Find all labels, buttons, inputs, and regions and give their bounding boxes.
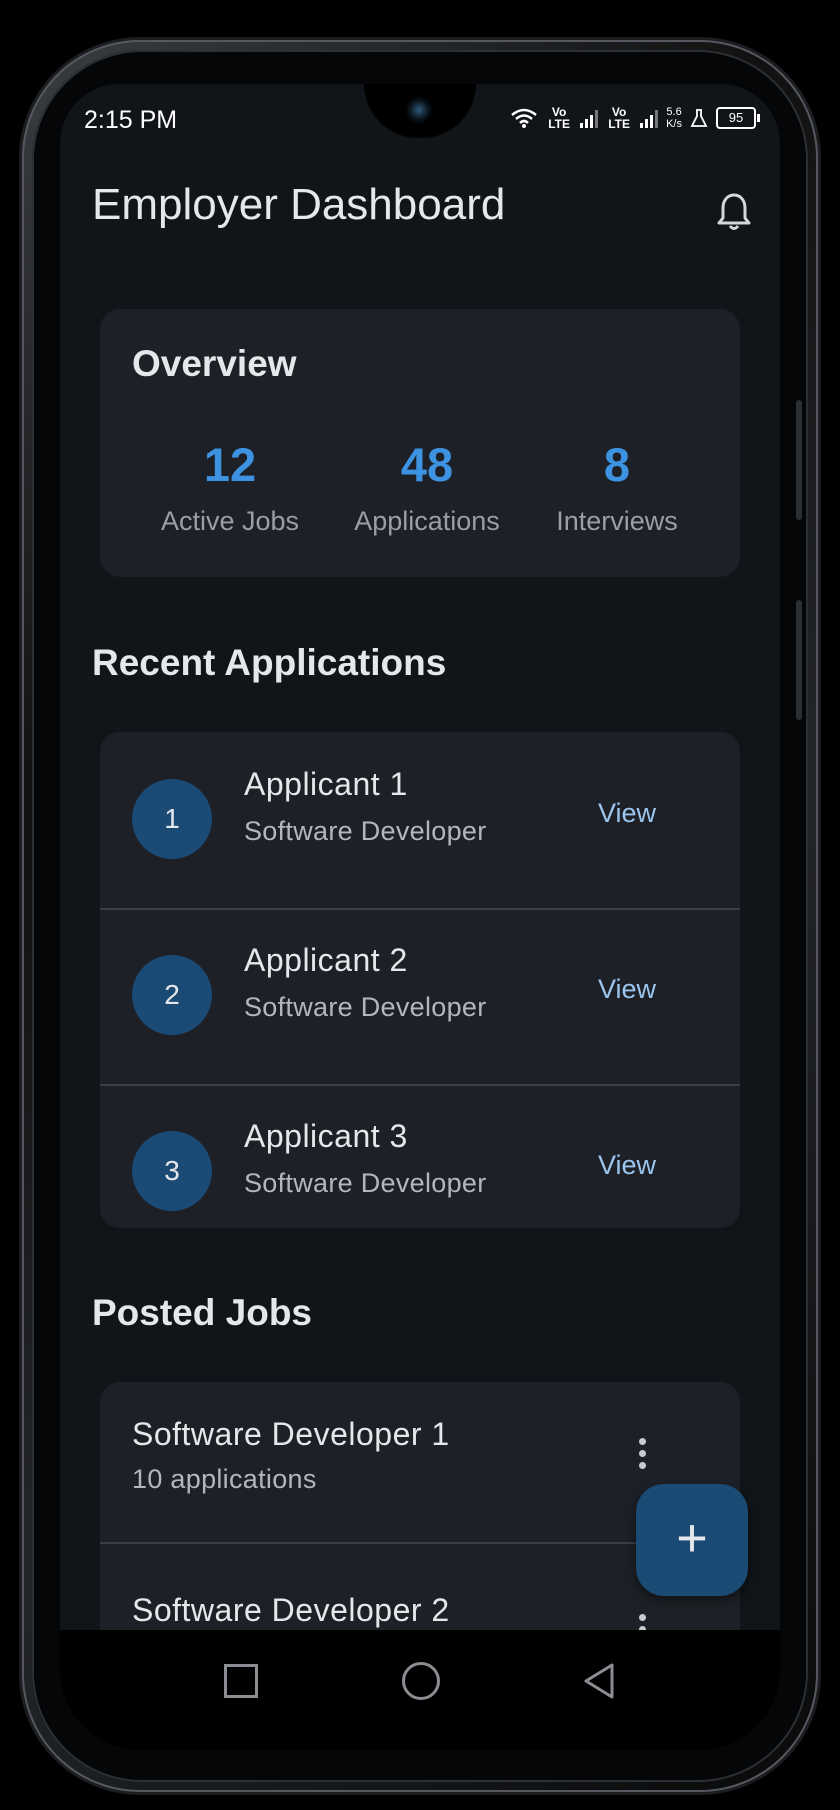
power-button bbox=[796, 600, 802, 720]
square-icon[interactable] bbox=[224, 1664, 258, 1698]
overview-title: Overview bbox=[132, 343, 297, 384]
posted-jobs-title: Posted Jobs bbox=[92, 1292, 312, 1333]
stat-interviews[interactable]: 8 Interviews bbox=[517, 437, 717, 537]
add-job-button[interactable]: + bbox=[636, 1484, 748, 1596]
job-title: Software Developer 2 bbox=[132, 1592, 450, 1628]
view-button[interactable]: View bbox=[598, 798, 656, 829]
stat-label: Interviews bbox=[556, 506, 678, 536]
recent-applications-list: 1 Applicant 1 Software Developer View 2 … bbox=[100, 732, 740, 1228]
signal-icon-1 bbox=[580, 108, 599, 128]
avatar: 3 bbox=[132, 1131, 212, 1211]
applicant-role: Software Developer bbox=[244, 816, 487, 846]
stat-label: Applications bbox=[354, 506, 500, 536]
list-item[interactable]: 3 Applicant 3 Software Developer View bbox=[100, 1084, 740, 1260]
applicant-name: Applicant 3 bbox=[244, 1118, 408, 1154]
more-vert-icon[interactable] bbox=[636, 1614, 648, 1630]
avatar: 2 bbox=[132, 955, 212, 1035]
network-speed-unit: K/s bbox=[666, 118, 682, 130]
signal-icon-2 bbox=[640, 108, 659, 128]
applicant-role: Software Developer bbox=[244, 1168, 487, 1198]
bell-icon[interactable] bbox=[716, 192, 752, 232]
view-button[interactable]: View bbox=[598, 1150, 656, 1181]
network-speed: 5.6 K/s bbox=[666, 106, 682, 130]
stat-applications[interactable]: 48 Applications bbox=[327, 437, 527, 537]
more-vert-icon[interactable] bbox=[636, 1438, 648, 1478]
triangle-back-icon[interactable] bbox=[582, 1662, 616, 1700]
battery-indicator: 95 bbox=[716, 107, 760, 129]
avatar: 1 bbox=[132, 779, 212, 859]
job-title: Software Developer 1 bbox=[132, 1416, 450, 1452]
applicant-name: Applicant 1 bbox=[244, 766, 408, 802]
applicant-role: Software Developer bbox=[244, 992, 487, 1022]
list-item[interactable]: 1 Applicant 1 Software Developer View bbox=[100, 732, 740, 910]
status-time: 2:15 PM bbox=[84, 106, 178, 134]
system-nav-bar bbox=[60, 1630, 780, 1750]
view-button[interactable]: View bbox=[598, 974, 656, 1005]
page-title: Employer Dashboard bbox=[92, 180, 506, 229]
volte-indicator-2: Vo LTE bbox=[608, 105, 630, 131]
recent-applications-title: Recent Applications bbox=[92, 642, 447, 683]
wifi-icon bbox=[511, 108, 537, 128]
job-applications-count: 10 applications bbox=[132, 1464, 317, 1494]
app-screen: 2:15 PM Vo LTE Vo LTE 5.6 K/s 95 Employe… bbox=[60, 84, 780, 1630]
stat-value: 8 bbox=[603, 438, 631, 491]
circle-icon[interactable] bbox=[402, 1662, 440, 1700]
stat-value: 48 bbox=[400, 438, 454, 491]
status-icons: Vo LTE Vo LTE 5.6 K/s 95 bbox=[510, 105, 760, 131]
stat-value: 12 bbox=[203, 438, 257, 491]
volume-button bbox=[796, 400, 802, 520]
stat-active-jobs[interactable]: 12 Active Jobs bbox=[130, 437, 330, 537]
stat-label: Active Jobs bbox=[160, 506, 300, 536]
network-speed-value: 5.6 bbox=[666, 106, 682, 118]
list-item[interactable]: 2 Applicant 2 Software Developer View bbox=[100, 908, 740, 1086]
flask-icon bbox=[690, 109, 708, 127]
volte-indicator-1: Vo LTE bbox=[548, 105, 570, 131]
overview-card: Overview 12 Active Jobs 48 Applications … bbox=[100, 309, 740, 577]
applicant-name: Applicant 2 bbox=[244, 942, 408, 978]
status-bar: 2:15 PM Vo LTE Vo LTE 5.6 K/s 95 bbox=[60, 84, 780, 144]
